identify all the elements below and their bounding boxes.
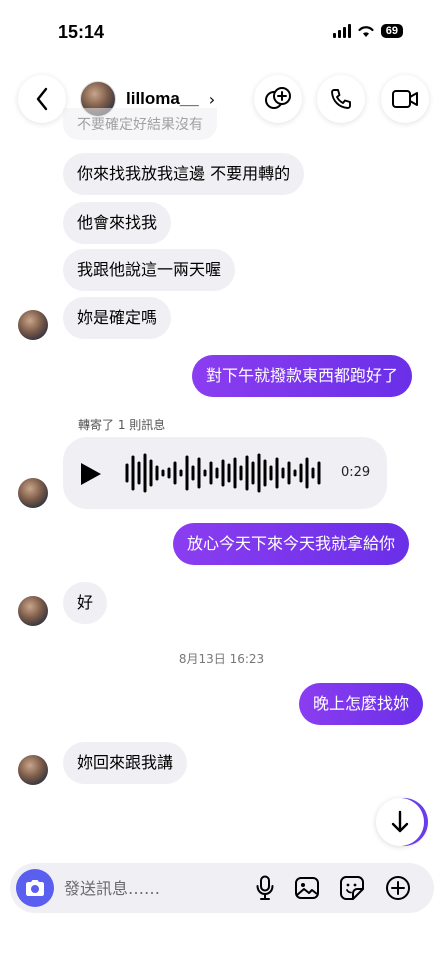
message-outgoing[interactable]: 晚上怎麼找妳 bbox=[299, 683, 424, 725]
sender-avatar[interactable] bbox=[18, 310, 48, 340]
sticker-button[interactable] bbox=[338, 874, 366, 902]
voice-call-button[interactable] bbox=[317, 75, 365, 123]
play-icon[interactable] bbox=[81, 463, 101, 485]
video-camera-icon bbox=[392, 90, 418, 108]
message-incoming[interactable]: 你來找我放我這邊 不要用轉的 bbox=[63, 153, 305, 195]
phone-icon bbox=[331, 89, 351, 109]
chevron-right-icon: › bbox=[208, 89, 216, 109]
add-people-icon bbox=[265, 87, 291, 109]
message-incoming[interactable]: 妳回來跟我講 bbox=[63, 742, 188, 784]
status-bar: 15:14 69 bbox=[0, 0, 443, 60]
message-incoming[interactable]: 妳是確定嗎 bbox=[63, 297, 172, 339]
message-outgoing[interactable]: 對下午就撥款東西都跑好了 bbox=[192, 355, 413, 397]
status-time: 15:14 bbox=[58, 22, 105, 42]
date-separator: 8月13日 16:23 bbox=[178, 652, 265, 666]
camera-icon bbox=[26, 880, 44, 896]
gallery-button[interactable] bbox=[293, 874, 321, 902]
message-incoming[interactable]: 他會來找我 bbox=[63, 202, 172, 244]
battery-icon: 69 bbox=[380, 24, 403, 38]
username: lilloma__ bbox=[126, 89, 199, 108]
scroll-to-bottom-button[interactable] bbox=[376, 798, 424, 846]
voice-message[interactable]: 0:29 bbox=[63, 437, 387, 509]
message-input[interactable] bbox=[64, 873, 244, 903]
message-incoming[interactable]: 不要確定好結果沒有 bbox=[63, 108, 217, 140]
sender-avatar[interactable] bbox=[18, 755, 48, 785]
more-button[interactable] bbox=[384, 874, 412, 902]
add-people-button[interactable] bbox=[254, 75, 302, 123]
chevron-left-icon bbox=[36, 87, 48, 111]
microphone-button[interactable] bbox=[251, 874, 279, 902]
back-button[interactable] bbox=[18, 75, 66, 123]
camera-button[interactable] bbox=[16, 869, 54, 907]
arrow-down-icon bbox=[391, 810, 409, 833]
plus-circle-icon bbox=[386, 876, 410, 900]
sticker-icon bbox=[340, 876, 364, 900]
cellular-signal-icon bbox=[332, 24, 351, 38]
message-incoming[interactable]: 好 bbox=[63, 582, 108, 624]
wifi-icon bbox=[358, 26, 374, 37]
video-call-button[interactable] bbox=[381, 75, 429, 123]
sender-avatar[interactable] bbox=[18, 596, 48, 626]
message-composer bbox=[10, 863, 434, 913]
image-icon bbox=[295, 877, 319, 899]
microphone-icon bbox=[256, 875, 274, 900]
message-outgoing[interactable]: 放心今天下來今天我就拿給你 bbox=[173, 523, 410, 565]
sender-avatar[interactable] bbox=[18, 478, 48, 508]
voice-duration: 0:29 bbox=[341, 465, 371, 480]
status-icons: 69 bbox=[332, 24, 403, 38]
message-incoming[interactable]: 我跟他說這一兩天喔 bbox=[63, 249, 236, 291]
forwarded-label: 轉寄了 1 則訊息 bbox=[78, 418, 166, 432]
waveform-icon bbox=[125, 453, 321, 493]
